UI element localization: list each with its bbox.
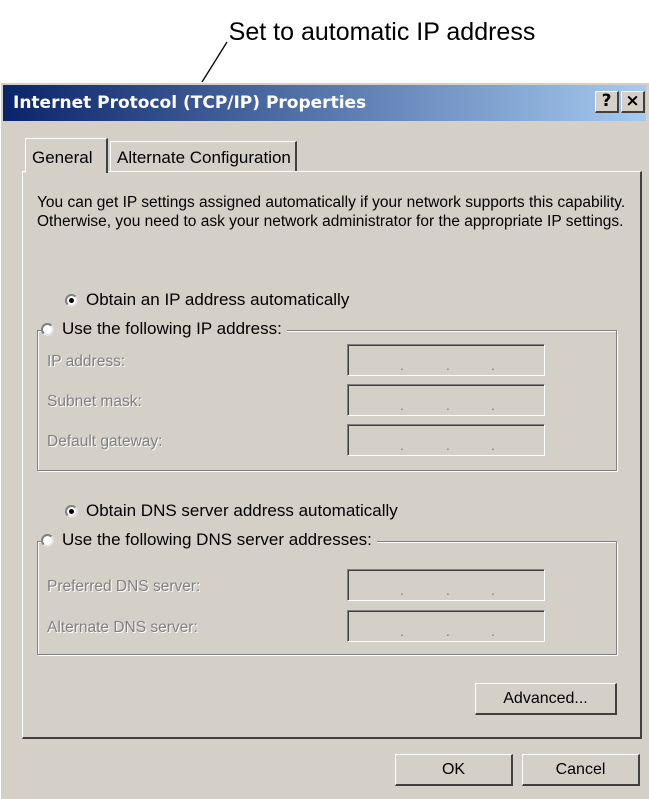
help-button[interactable]: ? xyxy=(595,91,619,113)
ok-button[interactable]: OK xyxy=(395,754,513,786)
subnet-mask-input[interactable]: ... xyxy=(347,384,545,416)
annotation-caption: Set to automatic IP address xyxy=(228,18,536,46)
cancel-button[interactable]: Cancel xyxy=(522,754,640,786)
obtain-ip-auto-label: Obtain an IP address automatically xyxy=(86,290,350,309)
alternate-dns-label: Alternate DNS server: xyxy=(47,619,198,636)
radio-checked-icon xyxy=(65,504,78,518)
alternate-dns-input[interactable]: ... xyxy=(347,610,545,642)
tab-general[interactable]: General xyxy=(25,138,108,173)
preferred-dns-label: Preferred DNS server: xyxy=(47,578,201,595)
radio-unchecked-icon xyxy=(41,322,54,336)
use-following-dns-label: Use the following DNS server addresses: xyxy=(62,530,372,549)
ip-address-label: IP address: xyxy=(47,353,126,370)
obtain-dns-auto-radio[interactable]: Obtain DNS server address automatically xyxy=(65,501,403,521)
window-title: Internet Protocol (TCP/IP) Properties xyxy=(13,93,367,113)
use-following-ip-label: Use the following IP address: xyxy=(62,319,282,338)
default-gateway-label: Default gateway: xyxy=(47,433,163,450)
intro-text: You can get IP settings assigned automat… xyxy=(37,194,626,230)
ip-address-input[interactable]: ... xyxy=(347,344,545,376)
obtain-dns-auto-label: Obtain DNS server address automatically xyxy=(86,501,398,520)
use-following-dns-radio[interactable]: Use the following DNS server addresses: xyxy=(41,530,377,550)
radio-checked-icon xyxy=(65,293,78,307)
tab-alternate-configuration[interactable]: Alternate Configuration xyxy=(110,141,297,171)
close-button[interactable]: × xyxy=(621,91,645,113)
tcpip-properties-dialog: Internet Protocol (TCP/IP) Properties ? … xyxy=(0,82,649,799)
radio-unchecked-icon xyxy=(41,533,54,547)
preferred-dns-input[interactable]: ... xyxy=(347,569,545,601)
subnet-mask-label: Subnet mask: xyxy=(47,393,142,410)
advanced-button[interactable]: Advanced... xyxy=(475,683,617,715)
default-gateway-input[interactable]: ... xyxy=(347,424,545,456)
title-bar: Internet Protocol (TCP/IP) Properties ? … xyxy=(3,85,646,121)
obtain-ip-auto-radio[interactable]: Obtain an IP address automatically xyxy=(65,290,355,310)
use-following-ip-radio[interactable]: Use the following IP address: xyxy=(41,319,287,339)
